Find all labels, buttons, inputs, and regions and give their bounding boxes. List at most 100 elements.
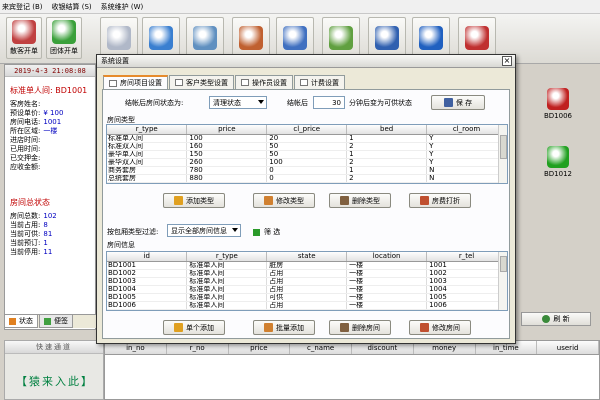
status-select[interactable]: 清理状态	[209, 96, 267, 109]
toolbar-button[interactable]	[232, 17, 270, 59]
tab-icon	[300, 79, 308, 86]
toolbar-button[interactable]	[322, 17, 360, 59]
delete-type-button[interactable]: 删除类型	[329, 193, 391, 208]
column-header[interactable]: cl_price	[266, 125, 348, 135]
table-cell: 2	[346, 142, 428, 151]
toolbar-button[interactable]	[412, 17, 450, 59]
column-header[interactable]: bed	[346, 125, 428, 135]
left-tab[interactable]: 便签	[39, 315, 73, 328]
toolbar-button[interactable]	[276, 17, 314, 59]
minutes-input[interactable]: 30	[313, 96, 345, 109]
column-header[interactable]: r_type	[107, 125, 188, 135]
table-row[interactable]: 豪华单人间 150 50 1 Y	[107, 150, 507, 159]
column-header[interactable]: state	[266, 252, 348, 262]
info-label: 已用时间:	[10, 145, 41, 153]
table-cell: 总统套房	[107, 174, 188, 183]
save-button[interactable]: 保 存	[431, 95, 485, 110]
table-row[interactable]: 商务套房 780 0 1 N	[107, 166, 507, 175]
add-room-label: 单个添加	[186, 323, 214, 332]
table-row[interactable]: BD1002 标准单人间 占用 一楼 1002	[107, 269, 507, 278]
delete-type-icon	[340, 196, 349, 205]
room-info-scrollbar[interactable]	[498, 252, 507, 310]
toolbar-button[interactable]: 散客开单	[6, 17, 42, 59]
table-row[interactable]: BD1006 标准单人间 占用 一楼 1006	[107, 301, 507, 310]
column-header[interactable]: id	[107, 252, 188, 262]
toolbar-label: 团体开单	[50, 47, 78, 55]
status-label: 当前占用:	[10, 221, 41, 229]
column-header[interactable]: userid	[537, 341, 599, 354]
table-cell: 标准单人间	[186, 269, 268, 278]
edit-room-button[interactable]: 修改房间	[409, 320, 471, 335]
tab-0[interactable]: 房间项目设置	[103, 75, 168, 89]
table-cell: Y	[426, 150, 507, 159]
table-cell: 一楼	[346, 261, 428, 270]
table-row[interactable]: BD1003 标准单人间 占用 一楼 1003	[107, 277, 507, 286]
table-row[interactable]: 标准单人间 100 20 1 Y	[107, 134, 507, 143]
delete-room-label: 删除房间	[352, 323, 380, 332]
settings-icon	[329, 26, 353, 50]
exit-icon	[465, 26, 489, 50]
quick-access-title: 快速通道	[5, 341, 103, 354]
toolbar-button[interactable]	[458, 17, 496, 59]
table-row[interactable]: 豪华双人间 260 100 2 Y	[107, 158, 507, 167]
group-icon	[52, 20, 76, 44]
table-cell: 标准单人间	[186, 293, 268, 302]
table-row[interactable]: BD1001 标准单人间 脏房 一楼 1001	[107, 261, 507, 270]
close-button[interactable]: ×	[502, 56, 512, 66]
edit-type-icon	[264, 196, 273, 205]
room-card[interactable]: BD1006	[520, 88, 596, 120]
status-value: 1	[43, 239, 48, 247]
table-row[interactable]: BD1004 标准单人间 占用 一楼 1004	[107, 285, 507, 294]
table-cell: 1001	[426, 261, 507, 270]
room-type-scrollbar[interactable]	[498, 125, 507, 183]
after-label: 结帐后	[287, 99, 308, 107]
add-room-button[interactable]: 单个添加	[163, 320, 225, 335]
menu-item[interactable]: 收银结算 (S)	[52, 2, 92, 12]
table-row[interactable]: BD1005 标准单人间 可供 一楼 1005	[107, 293, 507, 302]
toolbar-button[interactable]	[142, 17, 180, 59]
room-card[interactable]: BD1012	[520, 146, 596, 178]
add-type-label: 添加类型	[186, 196, 214, 205]
column-header[interactable]: r_type	[186, 252, 268, 262]
discount-button[interactable]: 房费打折	[409, 193, 471, 208]
table-cell: 1006	[426, 301, 507, 310]
filter-select-value: 显示全部房间信息	[171, 226, 227, 235]
tab-3[interactable]: 计费设置	[294, 75, 345, 89]
toolbar-button[interactable]	[100, 17, 138, 59]
column-header[interactable]: price	[186, 125, 268, 135]
filter-button[interactable]: 筛 选	[253, 227, 280, 237]
table-cell: 2	[346, 158, 428, 167]
toolbar-button[interactable]: 团体开单	[46, 17, 82, 59]
menu-item[interactable]: 系统维护 (W)	[101, 2, 144, 12]
room-info-grid[interactable]: id r_type state location r_tel BD1001 标准单人间 脏房一…	[106, 251, 508, 311]
column-header[interactable]: r_tel	[426, 252, 507, 262]
left-tab[interactable]: 状态	[4, 315, 38, 328]
add-type-button[interactable]: 添加类型	[163, 193, 225, 208]
room-type-grid[interactable]: r_type price cl_price bed cl_room 标准单人间 100 20 1…	[106, 124, 508, 184]
toolbar-button[interactable]	[186, 17, 224, 59]
column-header[interactable]: location	[346, 252, 428, 262]
edit-type-button[interactable]: 修改类型	[253, 193, 315, 208]
column-header[interactable]: cl_room	[426, 125, 507, 135]
toolbar-button[interactable]	[368, 17, 406, 59]
status-value: 102	[43, 212, 57, 220]
refresh-button[interactable]: 刷 新	[521, 312, 591, 326]
table-row[interactable]: 标准双人间 160 50 2 Y	[107, 142, 507, 151]
table-cell: 20	[266, 134, 348, 143]
table-cell: 标准双人间	[107, 142, 188, 151]
table-cell: 标准单人间	[186, 285, 268, 294]
checkin-grid[interactable]: in_no r_no price c_name discount money in_time…	[104, 340, 600, 400]
table-row[interactable]: 总统套房 880 0 2 N	[107, 174, 507, 183]
info-label: 应收金额:	[10, 163, 41, 171]
table-cell: 1	[346, 166, 428, 175]
batch-add-button[interactable]: 批量添加	[253, 320, 315, 335]
tab-1[interactable]: 客户类型设置	[169, 75, 234, 89]
menu-item[interactable]: 来宾登记 (B)	[2, 2, 43, 12]
table-cell: 160	[186, 142, 268, 151]
filter-select[interactable]: 显示全部房间信息	[167, 224, 241, 237]
delete-type-label: 删除类型	[352, 196, 380, 205]
delete-room-button[interactable]: 删除房间	[329, 320, 391, 335]
tab-2[interactable]: 操作员设置	[235, 75, 293, 89]
menu-bar: 来宾登记 (B) 收银结算 (S) 系统维护 (W)	[0, 0, 600, 14]
tab-label: 客户类型设置	[186, 78, 228, 87]
